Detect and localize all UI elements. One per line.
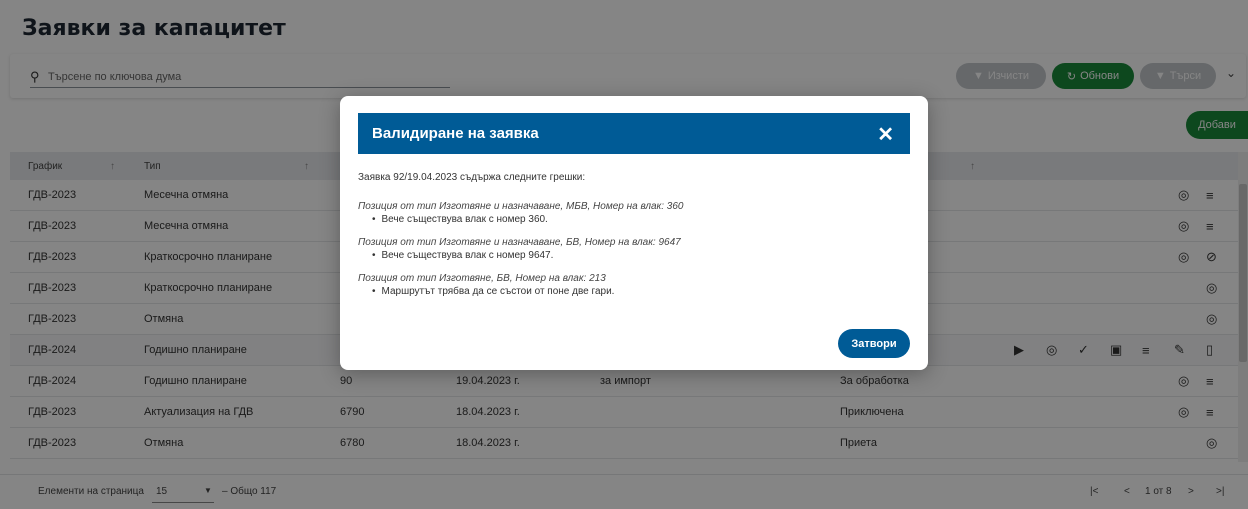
error-position: Позиция от тип Изготвяне и назначаване, … xyxy=(358,237,681,248)
validation-dialog: Валидиране на заявка ✕ Заявка 92/19.04.2… xyxy=(340,96,928,370)
error-message: Маршрутът трябва да се състои от поне дв… xyxy=(372,286,910,297)
close-button[interactable]: Затвори xyxy=(838,329,910,358)
error-item: Позиция от тип Изготвяне и назначаване, … xyxy=(358,201,910,225)
dialog-header: Валидиране на заявка ✕ xyxy=(358,113,910,154)
error-message: Вече съществува влак с номер 9647. xyxy=(372,250,910,261)
error-item: Позиция от тип Изготвяне, БВ, Номер на в… xyxy=(358,273,910,297)
error-position: Позиция от тип Изготвяне, БВ, Номер на в… xyxy=(358,273,606,284)
error-position: Позиция от тип Изготвяне и назначаване, … xyxy=(358,201,684,212)
close-icon[interactable]: ✕ xyxy=(877,122,894,147)
dialog-body: Заявка 92/19.04.2023 съдържа следните гр… xyxy=(358,172,910,309)
dialog-title: Валидиране на заявка xyxy=(372,125,539,142)
error-message: Вече съществува влак с номер 360. xyxy=(372,214,910,225)
error-item: Позиция от тип Изготвяне и назначаване, … xyxy=(358,237,910,261)
dialog-intro: Заявка 92/19.04.2023 съдържа следните гр… xyxy=(358,172,586,183)
